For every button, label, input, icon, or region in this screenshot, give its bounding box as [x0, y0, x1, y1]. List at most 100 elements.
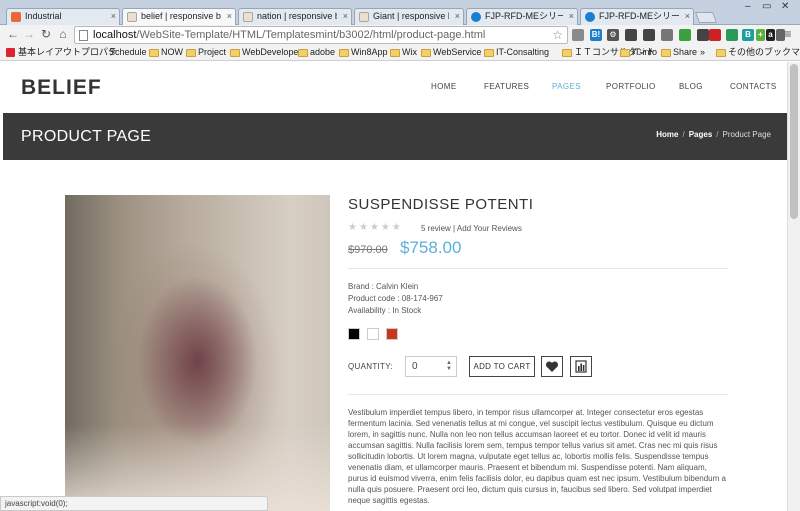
- other-bookmarks[interactable]: その他のブックマーク: [716, 46, 800, 59]
- bookmark-item[interactable]: Share: [661, 46, 697, 59]
- ext-b-icon[interactable]: B: [742, 29, 754, 41]
- tab-fjp-2[interactable]: FJP-RFD-MEシリーズ【従来 ×: [580, 8, 694, 25]
- bookmark-item[interactable]: Win8App: [339, 46, 388, 59]
- divider: [348, 394, 728, 395]
- star-icon[interactable]: ★: [392, 222, 403, 233]
- tab-belief[interactable]: belief | responsive boot ×: [122, 8, 236, 26]
- fjp-favicon-icon: [471, 12, 481, 22]
- star-icon[interactable]: ★: [370, 222, 381, 233]
- tab-industrial[interactable]: Industrial ×: [6, 8, 120, 25]
- url-path: /WebSite-Template/HTML/Templatesmint/b30…: [136, 29, 486, 41]
- ext-stop-icon[interactable]: [709, 29, 721, 41]
- quantity-stepper[interactable]: 0 ▲ ▼: [405, 356, 457, 377]
- breadcrumb-home[interactable]: Home: [656, 130, 678, 139]
- bookmark-item[interactable]: adobe: [298, 46, 335, 59]
- nav-pages[interactable]: PAGES: [552, 82, 581, 91]
- tab-nation[interactable]: nation | responsive boot ×: [238, 8, 352, 25]
- reviews-line: 5 review | Add Your Reviews: [421, 224, 522, 233]
- close-icon[interactable]: ×: [685, 9, 690, 24]
- vertical-scrollbar[interactable]: [787, 62, 800, 511]
- nav-contacts[interactable]: CONTACTS: [730, 82, 777, 91]
- bookmark-item[interactable]: NOW: [149, 46, 183, 59]
- add-to-cart-button[interactable]: ADD TO CART: [469, 356, 535, 377]
- rating-stars[interactable]: ★★★★★: [348, 222, 403, 233]
- ext-shield-icon[interactable]: [726, 29, 738, 41]
- window-close-button[interactable]: ✕: [781, 1, 789, 12]
- arrow-right-icon[interactable]: →: [22, 27, 36, 42]
- breadcrumb-pages[interactable]: Pages: [689, 130, 713, 139]
- tab-bar: Industrial × belief | responsive boot × …: [0, 0, 800, 26]
- bookmark-label: WebDeveloper: [242, 47, 302, 57]
- ext-fish-icon[interactable]: [643, 29, 655, 41]
- ext-gear-icon[interactable]: ⚙: [607, 29, 619, 41]
- folder-icon: [339, 49, 349, 57]
- url-text: localhost/WebSite-Template/HTML/Template…: [93, 29, 485, 41]
- quantity-value[interactable]: 0: [412, 361, 418, 372]
- close-icon[interactable]: ×: [569, 9, 574, 24]
- tab-label: FJP-RFD-MEシリーズ【従来: [485, 11, 563, 21]
- page-viewport: BELIEF HOME FEATURES PAGES PORTFOLIO BLO…: [0, 62, 787, 511]
- color-swatch-black[interactable]: [348, 328, 360, 340]
- ext-lock-icon[interactable]: [697, 29, 709, 41]
- bookmark-item[interactable]: IT-info: [620, 46, 657, 59]
- bookmark-item[interactable]: Schedule: [97, 46, 147, 59]
- star-icon[interactable]: ★: [381, 222, 392, 233]
- ext-doc-icon[interactable]: [661, 29, 673, 41]
- ext-amazon-icon[interactable]: a: [766, 29, 775, 41]
- site-logo[interactable]: BELIEF: [21, 76, 102, 100]
- folder-icon: [186, 49, 196, 57]
- star-icon[interactable]: ★: [348, 222, 359, 233]
- compare-button[interactable]: [570, 356, 592, 377]
- star-icon[interactable]: ☆: [552, 28, 563, 42]
- industrial-favicon-icon: [11, 12, 21, 22]
- browser-toolbar: ← → ↻ ⌂ localhost/WebSite-Template/HTML/…: [0, 25, 800, 45]
- ext-puzzle-icon[interactable]: [625, 29, 637, 41]
- color-swatch-red[interactable]: [386, 328, 398, 340]
- star-icon[interactable]: ★: [359, 222, 370, 233]
- nav-blog[interactable]: BLOG: [679, 82, 703, 91]
- bookmark-item[interactable]: Wix: [390, 46, 417, 59]
- wishlist-button[interactable]: [541, 356, 563, 377]
- add-review-link[interactable]: Add Your Reviews: [457, 224, 522, 233]
- color-swatch-white[interactable]: [367, 328, 379, 340]
- menu-icon[interactable]: ≡: [781, 27, 795, 42]
- address-bar[interactable]: localhost/WebSite-Template/HTML/Template…: [74, 26, 568, 44]
- close-icon[interactable]: ×: [343, 9, 348, 24]
- tab-fjp-1[interactable]: FJP-RFD-MEシリーズ【従来 ×: [466, 8, 578, 25]
- review-separator: |: [453, 224, 456, 233]
- minimize-button[interactable]: –: [745, 1, 751, 12]
- bookmark-item[interactable]: WebDeveloper: [230, 46, 301, 59]
- close-icon[interactable]: ×: [227, 9, 232, 24]
- ext-grey-icon[interactable]: [572, 29, 584, 41]
- bookmark-item[interactable]: Project: [186, 46, 226, 59]
- page-title-banner: PRODUCT PAGE Home / Pages / Product Page: [3, 113, 787, 160]
- bookmark-label: Project: [198, 47, 227, 57]
- close-icon[interactable]: ×: [111, 9, 116, 24]
- nav-features[interactable]: FEATURES: [484, 82, 529, 91]
- product-code: Product code : 08-174-967: [348, 294, 443, 303]
- new-tab-button[interactable]: [694, 12, 718, 23]
- folder-icon: [562, 49, 572, 57]
- product-image[interactable]: [65, 195, 330, 511]
- browser-window: Industrial × belief | responsive boot × …: [0, 0, 800, 511]
- home-icon[interactable]: ⌂: [56, 27, 70, 42]
- bookmark-item[interactable]: WebService: [421, 46, 481, 59]
- hatena-bookmark-icon[interactable]: B!: [590, 29, 602, 41]
- url-host: localhost: [93, 29, 137, 41]
- nav-home[interactable]: HOME: [431, 82, 457, 91]
- spinner-arrows-icon[interactable]: ▲ ▼: [446, 360, 452, 372]
- review-count-link[interactable]: 5 review: [421, 224, 451, 233]
- nav-portfolio[interactable]: PORTFOLIO: [606, 82, 656, 91]
- quantity-label: QUANTITY:: [348, 362, 393, 371]
- tab-giant[interactable]: Giant | responsive boot ×: [354, 8, 464, 25]
- ext-plus-icon[interactable]: +: [756, 29, 765, 41]
- bookmarks-more-button[interactable]: »: [700, 46, 705, 59]
- reload-icon[interactable]: ↻: [39, 27, 53, 42]
- close-icon[interactable]: ×: [455, 9, 460, 24]
- arrow-left-icon[interactable]: ←: [6, 27, 20, 42]
- product-description: Vestibulum imperdiet tempus libero, in t…: [348, 408, 726, 505]
- bookmark-item[interactable]: IT-Consalting: [484, 46, 549, 59]
- ext-green-icon[interactable]: [679, 29, 691, 41]
- scrollbar-thumb[interactable]: [790, 64, 798, 219]
- maximize-button[interactable]: ▭: [762, 1, 771, 12]
